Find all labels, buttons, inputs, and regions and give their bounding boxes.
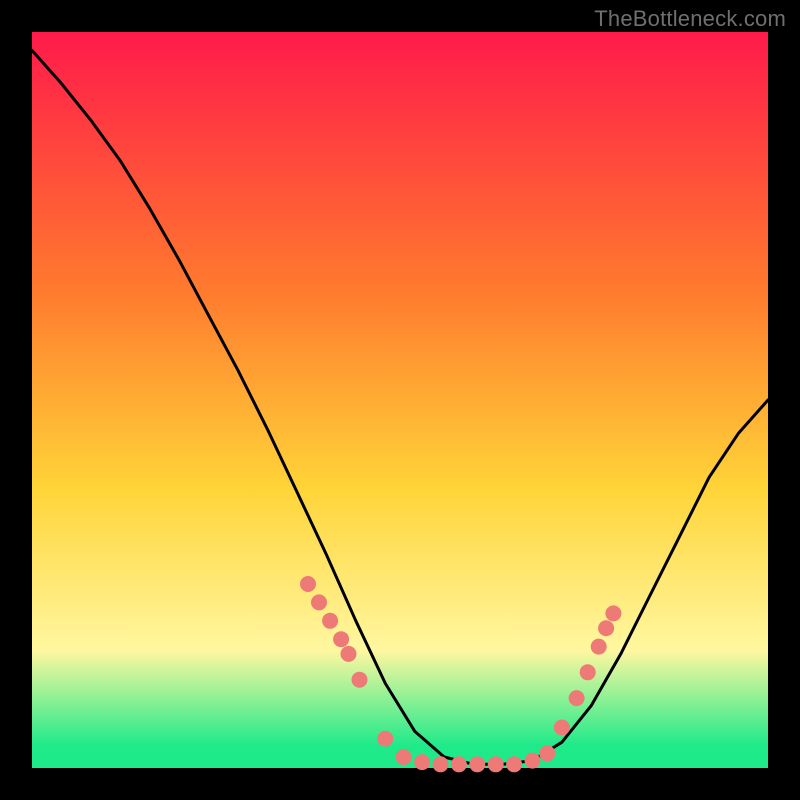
data-marker (598, 620, 614, 636)
data-marker (322, 613, 338, 629)
data-marker (311, 594, 327, 610)
data-marker (333, 631, 349, 647)
data-marker (433, 756, 449, 772)
data-marker (525, 753, 541, 769)
data-marker (554, 720, 570, 736)
data-marker (414, 754, 430, 770)
data-marker (352, 672, 368, 688)
data-marker (539, 745, 555, 761)
data-marker (377, 731, 393, 747)
data-marker (488, 756, 504, 772)
data-marker (569, 690, 585, 706)
data-marker (580, 664, 596, 680)
data-marker (451, 756, 467, 772)
data-marker (605, 605, 621, 621)
data-marker (300, 576, 316, 592)
data-marker (506, 756, 522, 772)
data-marker (396, 749, 412, 765)
plot-area (32, 32, 768, 768)
chart-canvas: TheBottleneck.com (0, 0, 800, 800)
data-marker (341, 646, 357, 662)
data-marker (591, 639, 607, 655)
attribution-text: TheBottleneck.com (594, 6, 786, 32)
data-marker (469, 756, 485, 772)
bottleneck-plot (0, 0, 800, 800)
